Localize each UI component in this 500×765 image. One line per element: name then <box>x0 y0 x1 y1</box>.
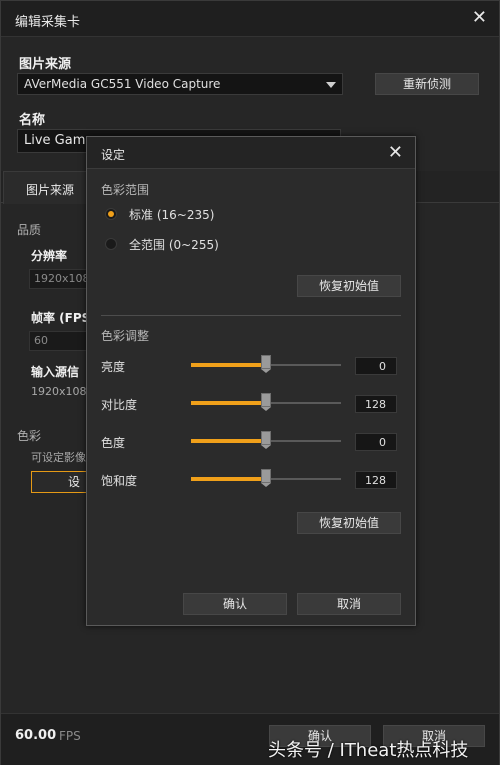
hue-slider[interactable] <box>191 431 341 449</box>
color-range-label: 色彩范围 <box>101 183 150 197</box>
resolution-value: 1920x108 <box>34 272 90 285</box>
slider-thumb[interactable] <box>261 355 271 373</box>
saturation-value-box[interactable]: 128 <box>355 471 397 489</box>
fps-value: 60.00 <box>15 728 57 743</box>
slider-fill <box>191 401 266 405</box>
dialog-title: 设定 <box>101 148 126 162</box>
redetect-button[interactable]: 重新侦测 <box>375 73 479 95</box>
reset-range-button[interactable]: 恢复初始值 <box>297 275 401 297</box>
brightness-value-box[interactable]: 0 <box>355 357 397 375</box>
source-select-value: AVerMedia GC551 Video Capture <box>24 77 221 91</box>
contrast-value-box[interactable]: 128 <box>355 395 397 413</box>
dialog-titlebar: 设定 ✕ <box>87 137 415 169</box>
range-option-standard-label: 标准 (16~235) <box>129 208 215 222</box>
quality-label: 品质 <box>17 223 42 237</box>
framerate-field[interactable]: 60 <box>29 331 87 351</box>
slider-fill <box>191 439 266 443</box>
hue-label: 色度 <box>101 436 126 450</box>
reset-adjust-button[interactable]: 恢复初始值 <box>297 512 401 534</box>
divider <box>101 315 401 316</box>
dialog-ok-button[interactable]: 确认 <box>183 593 287 615</box>
name-label: 名称 <box>19 113 46 128</box>
saturation-label: 饱和度 <box>101 474 138 488</box>
name-input-value: Live Game <box>24 133 94 148</box>
slider-fill <box>191 363 266 367</box>
color-adjust-label: 色彩调整 <box>101 329 150 343</box>
window-titlebar: 编辑采集卡 ✕ <box>1 1 499 37</box>
range-option-full-label: 全范围 (0~255) <box>129 238 219 252</box>
resolution-field[interactable]: 1920x108 <box>29 269 90 289</box>
slider-thumb[interactable] <box>261 469 271 487</box>
chevron-down-icon <box>326 82 336 88</box>
hue-value-box[interactable]: 0 <box>355 433 397 451</box>
saturation-value: 128 <box>365 474 386 487</box>
radio-standard[interactable] <box>105 208 117 220</box>
saturation-slider[interactable] <box>191 469 341 487</box>
brightness-value: 0 <box>379 360 386 373</box>
dialog-cancel-button[interactable]: 取消 <box>297 593 401 615</box>
contrast-slider[interactable] <box>191 393 341 411</box>
tab-image-source[interactable]: 图片来源 <box>3 171 93 204</box>
brightness-label: 亮度 <box>101 360 126 374</box>
settings-dialog: 设定 ✕ 色彩范围 标准 (16~235) 全范围 (0~255) 恢复初始值 … <box>86 136 416 626</box>
close-icon[interactable]: ✕ <box>472 9 487 27</box>
dialog-close-icon[interactable]: ✕ <box>388 142 403 163</box>
radio-full[interactable] <box>105 238 117 250</box>
window-title: 编辑采集卡 <box>15 15 81 30</box>
slider-fill <box>191 477 266 481</box>
contrast-label: 对比度 <box>101 398 138 412</box>
contrast-value: 128 <box>365 398 386 411</box>
brightness-slider[interactable] <box>191 355 341 373</box>
hue-value: 0 <box>379 436 386 449</box>
input-signal-value: 1920x108 <box>31 385 87 398</box>
slider-thumb[interactable] <box>261 431 271 449</box>
watermark-text: 头条号 / ITheat热点科技 <box>268 740 469 761</box>
color-settings-button[interactable]: 设 <box>31 471 91 493</box>
tab-image-source-label: 图片来源 <box>26 183 75 197</box>
framerate-value: 60 <box>34 334 48 347</box>
source-label: 图片来源 <box>19 57 72 72</box>
input-signal-label: 输入源信 <box>31 365 80 379</box>
fps-unit: FPS <box>59 729 81 743</box>
color-description: 可设定影像 <box>31 451 86 464</box>
resolution-label: 分辨率 <box>31 249 68 263</box>
slider-thumb[interactable] <box>261 393 271 411</box>
framerate-label: 帧率 (FPS <box>31 311 91 325</box>
source-select[interactable]: AVerMedia GC551 Video Capture <box>17 73 343 95</box>
color-label: 色彩 <box>17 429 42 443</box>
